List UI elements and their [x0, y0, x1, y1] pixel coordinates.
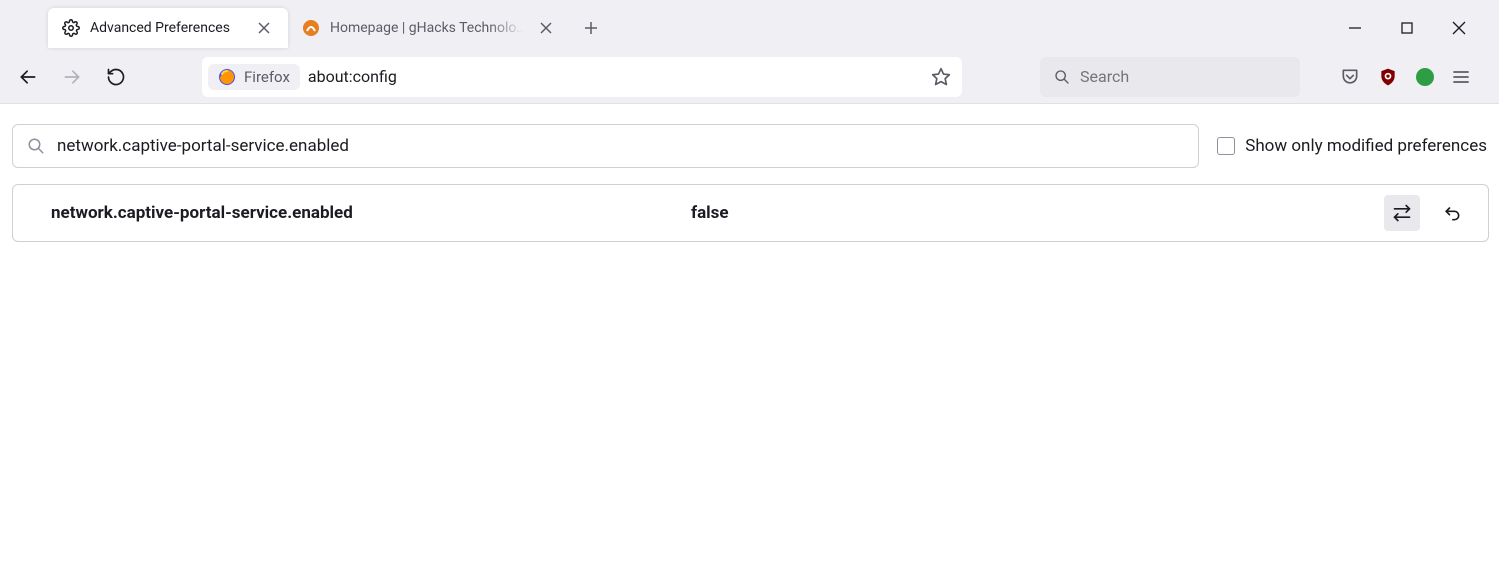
show-modified-label: Show only modified preferences: [1245, 136, 1487, 156]
toggle-button[interactable]: [1384, 195, 1420, 231]
maximize-button[interactable]: [1393, 14, 1421, 42]
nav-toolbar: Firefox: [0, 50, 1499, 104]
tab-ghacks-homepage[interactable]: Homepage | gHacks Technology News: [288, 8, 568, 48]
close-icon[interactable]: [538, 18, 555, 38]
pocket-icon[interactable]: [1340, 67, 1360, 87]
firefox-icon: [218, 68, 236, 86]
gear-icon: [62, 19, 80, 37]
search-icon: [1054, 69, 1070, 85]
pref-row-actions: [1384, 195, 1470, 231]
identity-box[interactable]: Firefox: [208, 64, 300, 90]
pref-search-box[interactable]: [12, 124, 1199, 168]
ublock-icon[interactable]: [1378, 67, 1398, 87]
search-icon: [27, 137, 45, 155]
pref-row[interactable]: network.captive-portal-service.enabled f…: [13, 185, 1488, 241]
identity-label: Firefox: [244, 68, 290, 86]
pref-value: false: [691, 203, 1384, 223]
pref-search-input[interactable]: [57, 136, 1184, 156]
checkbox-box[interactable]: [1217, 137, 1235, 155]
minimize-button[interactable]: [1341, 14, 1369, 42]
tab-label: Homepage | gHacks Technology News: [330, 20, 528, 36]
pref-result-table: network.captive-portal-service.enabled f…: [12, 184, 1489, 242]
url-input[interactable]: [308, 67, 918, 86]
back-button[interactable]: [10, 59, 46, 95]
show-modified-checkbox[interactable]: Show only modified preferences: [1217, 136, 1489, 156]
tab-strip: Advanced Preferences Homepage | gHacks T…: [0, 0, 1499, 50]
bookmark-star-icon[interactable]: [926, 62, 956, 92]
toolbar-right-actions: [1340, 67, 1478, 87]
forward-button[interactable]: [54, 59, 90, 95]
pref-search-row: Show only modified preferences: [12, 124, 1489, 168]
aboutconfig-content: Show only modified preferences network.c…: [0, 104, 1499, 252]
tab-label: Advanced Preferences: [90, 20, 244, 36]
app-menu-button[interactable]: [1452, 68, 1470, 86]
search-bar[interactable]: [1040, 57, 1300, 97]
ghacks-icon: [302, 19, 320, 37]
url-bar[interactable]: Firefox: [202, 57, 962, 97]
close-window-button[interactable]: [1445, 14, 1473, 42]
tab-advanced-preferences[interactable]: Advanced Preferences: [48, 8, 288, 48]
pref-name: network.captive-portal-service.enabled: [51, 203, 691, 223]
new-tab-button[interactable]: [574, 11, 608, 45]
reset-button[interactable]: [1434, 195, 1470, 231]
window-controls: [1341, 14, 1493, 42]
search-input[interactable]: [1080, 67, 1286, 86]
profile-avatar[interactable]: [1416, 68, 1434, 86]
close-icon[interactable]: [254, 18, 274, 38]
reload-button[interactable]: [98, 59, 134, 95]
